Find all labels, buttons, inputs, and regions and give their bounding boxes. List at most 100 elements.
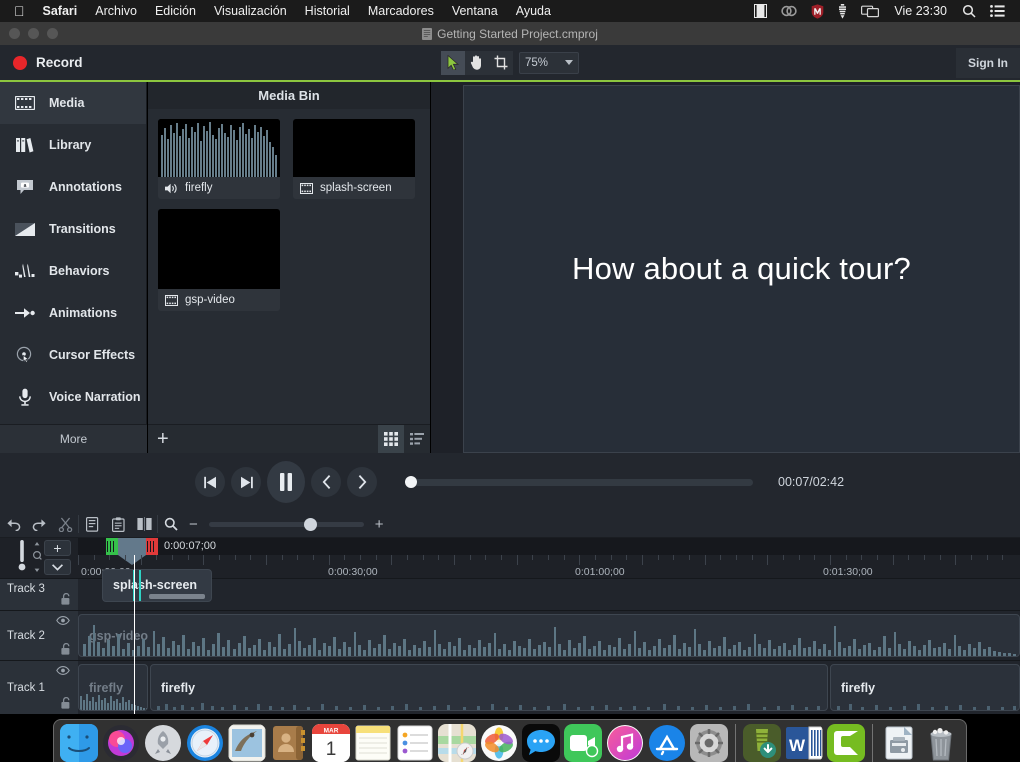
pointer-tool[interactable] <box>441 50 465 75</box>
dock-item-app-store[interactable] <box>648 724 686 762</box>
zoom-search-button[interactable] <box>158 511 184 538</box>
playhead-handle[interactable] <box>118 538 146 555</box>
sidebar-item-cursor-effects[interactable]: Cursor Effects <box>0 334 146 376</box>
preview-canvas[interactable]: How about a quick tour? <box>463 85 1020 453</box>
timeline-clip[interactable]: firefly <box>150 664 828 711</box>
filmstrip-icon[interactable] <box>747 0 774 22</box>
dock-item-facetime[interactable] <box>564 724 602 762</box>
timeline-clip[interactable]: splash-screen <box>102 569 212 602</box>
menu-item-visualizacion[interactable]: Visualización <box>205 4 296 18</box>
media-item-splash-screen[interactable]: splash-screen <box>293 119 415 199</box>
sidebar-item-library[interactable]: Library <box>0 124 146 166</box>
copy-button[interactable] <box>79 511 105 538</box>
timeline-ruler[interactable]: 0:00:07;00 0:00:30;00 0:01:00;00 0:01:30… <box>78 538 1020 578</box>
timeline-zoom-slider[interactable] <box>208 517 364 531</box>
menu-item-marcadores[interactable]: Marcadores <box>359 4 443 18</box>
eye-icon[interactable] <box>56 616 70 625</box>
zoom-in-button[interactable]: + <box>370 516 389 533</box>
timeline-clip[interactable]: gsp-video <box>78 614 1020 657</box>
menu-item-edicion[interactable]: Edición <box>146 4 205 18</box>
track-header[interactable]: Track 1 <box>0 660 78 714</box>
sidebar-item-media[interactable]: Media <box>0 82 146 124</box>
undo-button[interactable] <box>0 511 26 538</box>
battery-icon[interactable] <box>831 0 854 22</box>
menu-item-archivo[interactable]: Archivo <box>86 4 146 18</box>
out-marker[interactable] <box>146 538 158 555</box>
track-header[interactable]: Track 3 <box>0 578 78 610</box>
zoom-level-select[interactable]: 75% <box>519 51 579 74</box>
display-icon[interactable] <box>854 0 886 22</box>
cut-button[interactable] <box>52 511 78 538</box>
dock-item-messages[interactable] <box>522 724 560 762</box>
search-icon[interactable] <box>955 0 983 22</box>
track-lane[interactable]: gsp-video <box>78 610 1020 660</box>
in-marker[interactable] <box>106 538 118 555</box>
sidebar-item-animations[interactable]: Animations <box>0 292 146 334</box>
lock-open-icon[interactable] <box>61 643 70 655</box>
track-lane[interactable]: splash-screen <box>78 569 1020 610</box>
eye-icon[interactable] <box>56 666 70 675</box>
redo-button[interactable] <box>26 511 52 538</box>
previous-frame-button[interactable] <box>311 467 341 497</box>
menu-item-ayuda[interactable]: Ayuda <box>507 4 560 18</box>
dock-item-trash[interactable] <box>922 724 960 762</box>
dock-item-notes[interactable] <box>354 724 392 762</box>
list-view-button[interactable] <box>404 425 430 453</box>
timeline-zoom-knob[interactable] <box>303 517 317 531</box>
add-track-button[interactable]: + <box>44 540 71 556</box>
skip-to-start-button[interactable] <box>195 467 225 497</box>
lock-open-icon[interactable] <box>61 697 70 709</box>
menu-item-ventana[interactable]: Ventana <box>443 4 507 18</box>
pause-button[interactable] <box>267 461 305 503</box>
next-frame-button[interactable] <box>347 467 377 497</box>
skip-to-end-button[interactable] <box>231 467 261 497</box>
dock-item-microsoft-word[interactable]: W <box>785 724 823 762</box>
dock-item-contacts[interactable] <box>270 724 308 762</box>
menu-item-safari[interactable]: Safari <box>34 4 87 18</box>
lock-open-icon[interactable] <box>61 593 70 605</box>
sidebar-more-button[interactable]: More <box>0 424 147 453</box>
scrubber-knob[interactable] <box>405 475 417 488</box>
sidebar-item-behaviors[interactable]: Behaviors <box>0 250 146 292</box>
dock-item-download-manager[interactable] <box>743 724 781 762</box>
dock-item-mail[interactable] <box>228 724 266 762</box>
grid-view-button[interactable] <box>378 425 404 453</box>
dock-item-photos[interactable] <box>480 724 518 762</box>
timeline-clip[interactable]: firefly <box>830 664 1020 711</box>
track-height-slider[interactable] <box>18 540 26 572</box>
apple-icon[interactable]:  <box>8 4 34 19</box>
dock-item-siri[interactable] <box>102 724 140 762</box>
dock-item-document-stack[interactable] <box>880 724 918 762</box>
add-media-button[interactable]: + <box>148 429 169 449</box>
sidebar-item-voice-narration[interactable]: Voice Narration <box>0 376 146 418</box>
dock-item-calendar[interactable]: MAR 1 <box>312 724 350 762</box>
menu-item-historial[interactable]: Historial <box>296 4 359 18</box>
dock-item-maps[interactable] <box>438 724 476 762</box>
dock-item-reminders[interactable] <box>396 724 434 762</box>
playback-scrubber[interactable] <box>405 475 753 488</box>
zoom-out-button[interactable]: − <box>184 516 203 533</box>
media-item-gsp-video[interactable]: gsp-video <box>158 209 280 311</box>
hand-tool[interactable] <box>465 50 489 75</box>
sign-in-button[interactable]: Sign In <box>956 48 1020 78</box>
timeline-clip[interactable]: firefly <box>78 664 148 711</box>
collapse-tracks-button[interactable] <box>44 559 71 575</box>
dock-item-itunes[interactable] <box>606 724 644 762</box>
control-center-icon[interactable] <box>983 0 1012 22</box>
track-header[interactable]: Track 2 <box>0 610 78 660</box>
split-button[interactable] <box>131 511 157 538</box>
menu-clock[interactable]: Vie 23:30 <box>886 4 955 18</box>
dock-item-launchpad[interactable] <box>144 724 182 762</box>
dock-item-finder[interactable] <box>60 724 98 762</box>
shield-icon[interactable] <box>804 0 831 22</box>
sidebar-item-annotations[interactable]: a Annotations <box>0 166 146 208</box>
crop-tool[interactable] <box>489 50 513 75</box>
dock-item-system-preferences[interactable] <box>690 724 728 762</box>
track-lane[interactable]: firefly firefly firefly <box>78 660 1020 714</box>
dock-item-camtasia[interactable] <box>827 724 865 762</box>
media-item-firefly[interactable]: firefly <box>158 119 280 199</box>
paste-button[interactable] <box>105 511 131 538</box>
sidebar-item-transitions[interactable]: Transitions <box>0 208 146 250</box>
creative-cloud-icon[interactable] <box>774 0 804 22</box>
dock-item-safari[interactable] <box>186 724 224 762</box>
